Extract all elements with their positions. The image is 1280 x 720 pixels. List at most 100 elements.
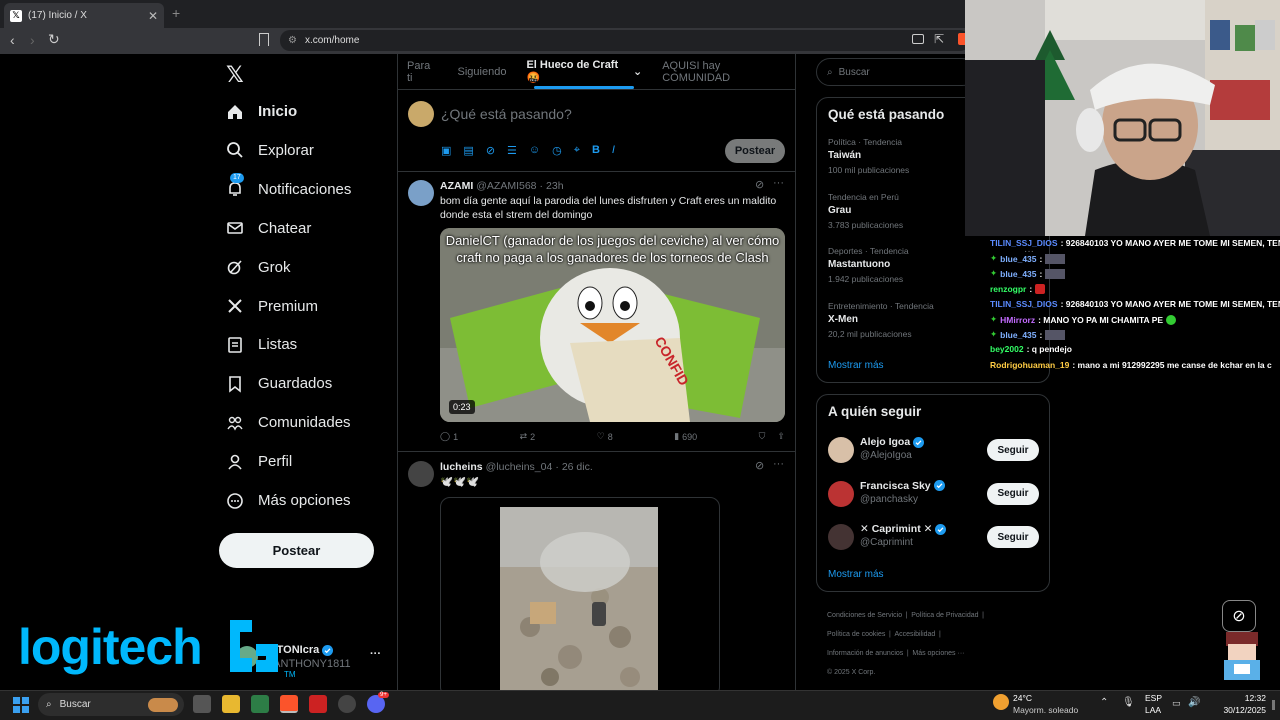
repost-button[interactable]: ⇄ 2: [520, 431, 536, 442]
clock-time[interactable]: 12:32: [1220, 693, 1266, 703]
like-button[interactable]: ♡ 8: [597, 431, 613, 442]
clock-date[interactable]: 30/12/2025: [1206, 705, 1266, 715]
footer-more[interactable]: Más opciones ···: [912, 650, 964, 657]
views-button[interactable]: ▮ 690: [674, 431, 697, 442]
follow-suggestion[interactable]: ✕ Caprimint ✕ @Caprimint Seguir: [828, 522, 1040, 556]
tweet-time[interactable]: 26 dic.: [562, 461, 593, 473]
grok-compose-icon[interactable]: ⊘: [486, 144, 495, 157]
new-tab-icon[interactable]: +: [172, 5, 180, 21]
tweet-author[interactable]: lucheins: [440, 461, 483, 473]
nav-item-grok[interactable]: Grok: [226, 248, 291, 287]
cast-icon[interactable]: [912, 34, 924, 44]
tweet-author[interactable]: AZAMI: [440, 180, 473, 192]
search-input[interactable]: ⌕ Buscar: [816, 58, 976, 86]
follow-button[interactable]: Seguir: [987, 439, 1039, 461]
follow-suggestion[interactable]: Alejo Igoa @AlejoIgoa Seguir: [828, 435, 1040, 469]
volume-icon[interactable]: 🔊: [1188, 697, 1200, 708]
nav-item-premium[interactable]: Premium: [226, 287, 318, 326]
bookmark-tweet-icon[interactable]: ⛉: [759, 431, 766, 442]
task-view-icon[interactable]: [193, 695, 211, 713]
italic-icon[interactable]: I: [612, 144, 615, 157]
file-explorer-icon[interactable]: [222, 695, 240, 713]
footer-privacy[interactable]: Política de Privacidad: [911, 612, 978, 619]
footer-ads-info[interactable]: Información de anuncios: [827, 650, 903, 657]
tweet-more-icon[interactable]: ···: [773, 177, 784, 189]
network-icon[interactable]: ▭: [1172, 698, 1181, 709]
tweet-avatar[interactable]: [408, 461, 434, 487]
tweet-handle[interactable]: @lucheins_04: [486, 461, 553, 473]
show-desktop-button[interactable]: [1272, 700, 1275, 710]
tweet-time[interactable]: 23h: [546, 180, 564, 192]
nav-item-chatear[interactable]: Chatear: [226, 209, 311, 248]
share-icon[interactable]: ⇱: [934, 32, 944, 46]
tweet-video[interactable]: CONFID DanielCT (ganador de los juegos d…: [440, 228, 785, 422]
compose-input[interactable]: ¿Qué está pasando?: [441, 106, 572, 122]
reply-button[interactable]: ◯ 1: [440, 431, 458, 442]
emoji-icon[interactable]: ☺: [529, 144, 540, 157]
reload-icon[interactable]: ↻: [48, 31, 60, 48]
bold-icon[interactable]: B: [592, 144, 600, 157]
taskbar-search[interactable]: ⌕ Buscar: [38, 693, 184, 716]
nav-item-listas[interactable]: Listas: [226, 325, 297, 364]
footer-accessibility[interactable]: Accesibilidad: [894, 631, 935, 638]
image-icon[interactable]: ▣: [441, 144, 451, 157]
nav-item-notificaciones[interactable]: 17 Notificaciones: [226, 170, 351, 209]
weather-temp[interactable]: 24°C: [1013, 693, 1032, 703]
tab-para-ti[interactable]: Para ti: [397, 54, 448, 89]
tweet-handle[interactable]: @AZAMI568: [476, 180, 536, 192]
close-tab-icon[interactable]: ✕: [148, 9, 158, 23]
forward-icon[interactable]: ›: [30, 32, 35, 48]
follow-button[interactable]: Seguir: [987, 526, 1039, 548]
bookmark-page-icon[interactable]: [259, 33, 269, 46]
obs-icon[interactable]: [338, 695, 356, 713]
poll-icon[interactable]: ☰: [507, 144, 517, 157]
tab-el-hueco-de-craft[interactable]: El Hueco de Craft🤬 ⌄: [516, 54, 652, 89]
back-icon[interactable]: ‹: [10, 32, 15, 48]
grok-tweet-icon[interactable]: ⊘: [755, 459, 764, 472]
x-logo-icon[interactable]: 𝕏: [226, 62, 244, 88]
windows-start-icon[interactable]: [13, 697, 29, 713]
microphone-icon[interactable]: 🎙: [1122, 697, 1135, 708]
language-code[interactable]: ESP: [1145, 693, 1162, 703]
weather-icon[interactable]: [993, 694, 1009, 710]
tweet-image-frame[interactable]: [440, 497, 720, 690]
weather-desc[interactable]: Mayorm. soleado: [1013, 705, 1078, 715]
footer-cookies[interactable]: Política de cookies: [827, 631, 885, 638]
show-more-trends-link[interactable]: Mostrar más: [828, 360, 884, 371]
follow-button[interactable]: Seguir: [987, 482, 1039, 505]
share-tweet-icon[interactable]: ⇪: [777, 431, 785, 442]
tab-siguiendo[interactable]: Siguiendo: [448, 54, 517, 89]
site-info-icon[interactable]: ⚙: [288, 35, 297, 46]
keyboard-layout[interactable]: LAA: [1145, 705, 1161, 715]
follow-avatar[interactable]: [828, 437, 854, 463]
tweet[interactable]: AZAMI @AZAMI568 · 23h ⊘ ··· bom día gent…: [397, 172, 796, 452]
nav-item-explorar[interactable]: Explorar: [226, 131, 314, 170]
follow-suggestion[interactable]: Francisca Sky @panchasky Seguir: [828, 479, 1040, 513]
tray-chevron-icon[interactable]: ⌃: [1100, 697, 1108, 708]
follow-avatar[interactable]: [828, 524, 854, 550]
url-field[interactable]: ⚙ x.com/home: [280, 30, 970, 51]
voicemod-icon[interactable]: [309, 695, 327, 713]
nav-item-inicio[interactable]: Inicio: [226, 92, 297, 131]
tweet[interactable]: lucheins @lucheins_04 · 26 dic. ⊘ ··· 🕊️…: [397, 453, 796, 690]
grok-tweet-icon[interactable]: ⊘: [755, 178, 764, 191]
nav-item-perfil[interactable]: Perfil: [226, 442, 292, 481]
compose-post-button[interactable]: Postear: [725, 139, 785, 163]
show-more-follow-link[interactable]: Mostrar más: [828, 569, 884, 580]
location-icon[interactable]: ⌖: [574, 144, 580, 157]
tab-aquisi-hay-comunidad[interactable]: AQUISI hay COMUNIDAD: [652, 54, 796, 89]
account-more-icon[interactable]: ···: [370, 648, 381, 660]
post-button[interactable]: Postear: [219, 533, 374, 568]
tweet-more-icon[interactable]: ···: [773, 458, 784, 470]
footer-terms[interactable]: Condiciones de Servicio: [827, 612, 902, 619]
brave-browser-icon[interactable]: [280, 695, 298, 713]
tweet-avatar[interactable]: [408, 180, 434, 206]
store-icon[interactable]: [251, 695, 269, 713]
nav-item-más-opciones[interactable]: Más opciones: [226, 481, 351, 520]
browser-tab[interactable]: 𝕏 (17) Inicio / X ✕: [4, 3, 164, 28]
nav-item-comunidades[interactable]: Comunidades: [226, 403, 351, 442]
follow-avatar[interactable]: [828, 480, 854, 507]
schedule-icon[interactable]: ◷: [552, 144, 562, 157]
gif-icon[interactable]: ▤: [463, 144, 473, 157]
nav-item-guardados[interactable]: Guardados: [226, 364, 332, 403]
